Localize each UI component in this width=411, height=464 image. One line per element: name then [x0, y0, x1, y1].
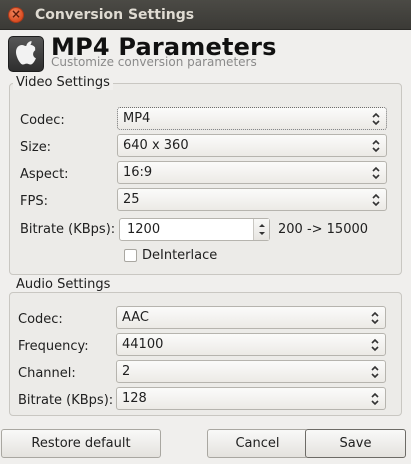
audio-bitrate-select[interactable]: 128 [116, 387, 386, 410]
window-titlebar: × Conversion Settings [0, 0, 411, 30]
video-aspect-value: 16:9 [123, 165, 153, 180]
spin-arrows-icon [371, 392, 379, 406]
deinterlace-checkbox[interactable] [124, 249, 137, 262]
audio-codec-label: Codec: [18, 312, 63, 327]
save-button[interactable]: Save [305, 429, 406, 458]
video-aspect-label: Aspect: [20, 167, 69, 182]
video-bitrate-value: 1200 [127, 222, 161, 237]
close-icon[interactable]: × [8, 7, 24, 23]
cancel-button[interactable]: Cancel [207, 429, 308, 458]
video-size-value: 640 x 360 [123, 138, 189, 153]
video-fps-select[interactable]: 25 [117, 188, 387, 211]
window-title: Conversion Settings [35, 7, 195, 23]
audio-channel-select[interactable]: 2 [116, 360, 386, 383]
audio-frequency-select[interactable]: 44100 [116, 333, 386, 356]
audio-bitrate-value: 128 [122, 391, 147, 406]
video-settings-title: Video Settings [13, 75, 113, 90]
restore-default-button[interactable]: Restore default [1, 429, 161, 458]
audio-frequency-value: 44100 [122, 337, 164, 352]
audio-frequency-label: Frequency: [18, 339, 89, 354]
video-size-select[interactable]: 640 x 360 [117, 134, 387, 157]
video-codec-label: Codec: [20, 113, 65, 128]
audio-bitrate-label: Bitrate (KBps): [18, 393, 114, 408]
audio-channel-value: 2 [122, 364, 131, 379]
video-bitrate-label: Bitrate (KBps): [20, 222, 116, 237]
spin-arrows-icon [372, 112, 380, 126]
video-bitrate-range: 200 -> 15000 [278, 222, 369, 237]
audio-codec-value: AAC [122, 310, 149, 325]
spin-arrows-icon [371, 338, 379, 352]
video-bitrate-spinbox[interactable]: 1200 [119, 218, 270, 241]
video-aspect-select[interactable]: 16:9 [117, 161, 387, 184]
spin-arrows-icon [371, 311, 379, 325]
page-subtitle: Customize conversion parameters [51, 55, 257, 69]
bitrate-spin-buttons[interactable] [253, 219, 269, 240]
spin-arrows-icon [259, 224, 265, 235]
audio-codec-select[interactable]: AAC [116, 306, 386, 329]
video-fps-label: FPS: [20, 194, 48, 209]
audio-settings-title: Audio Settings [13, 277, 114, 292]
spin-arrows-icon [372, 166, 380, 180]
spin-arrows-icon [372, 139, 380, 153]
apple-icon [8, 36, 44, 72]
video-codec-select[interactable]: MP4 [117, 107, 387, 130]
video-fps-value: 25 [123, 192, 140, 207]
deinterlace-label[interactable]: DeInterlace [142, 248, 217, 263]
audio-channel-label: Channel: [18, 366, 76, 381]
video-codec-value: MP4 [123, 111, 151, 126]
spin-arrows-icon [372, 193, 380, 207]
video-size-label: Size: [20, 140, 52, 155]
spin-arrows-icon [371, 365, 379, 379]
